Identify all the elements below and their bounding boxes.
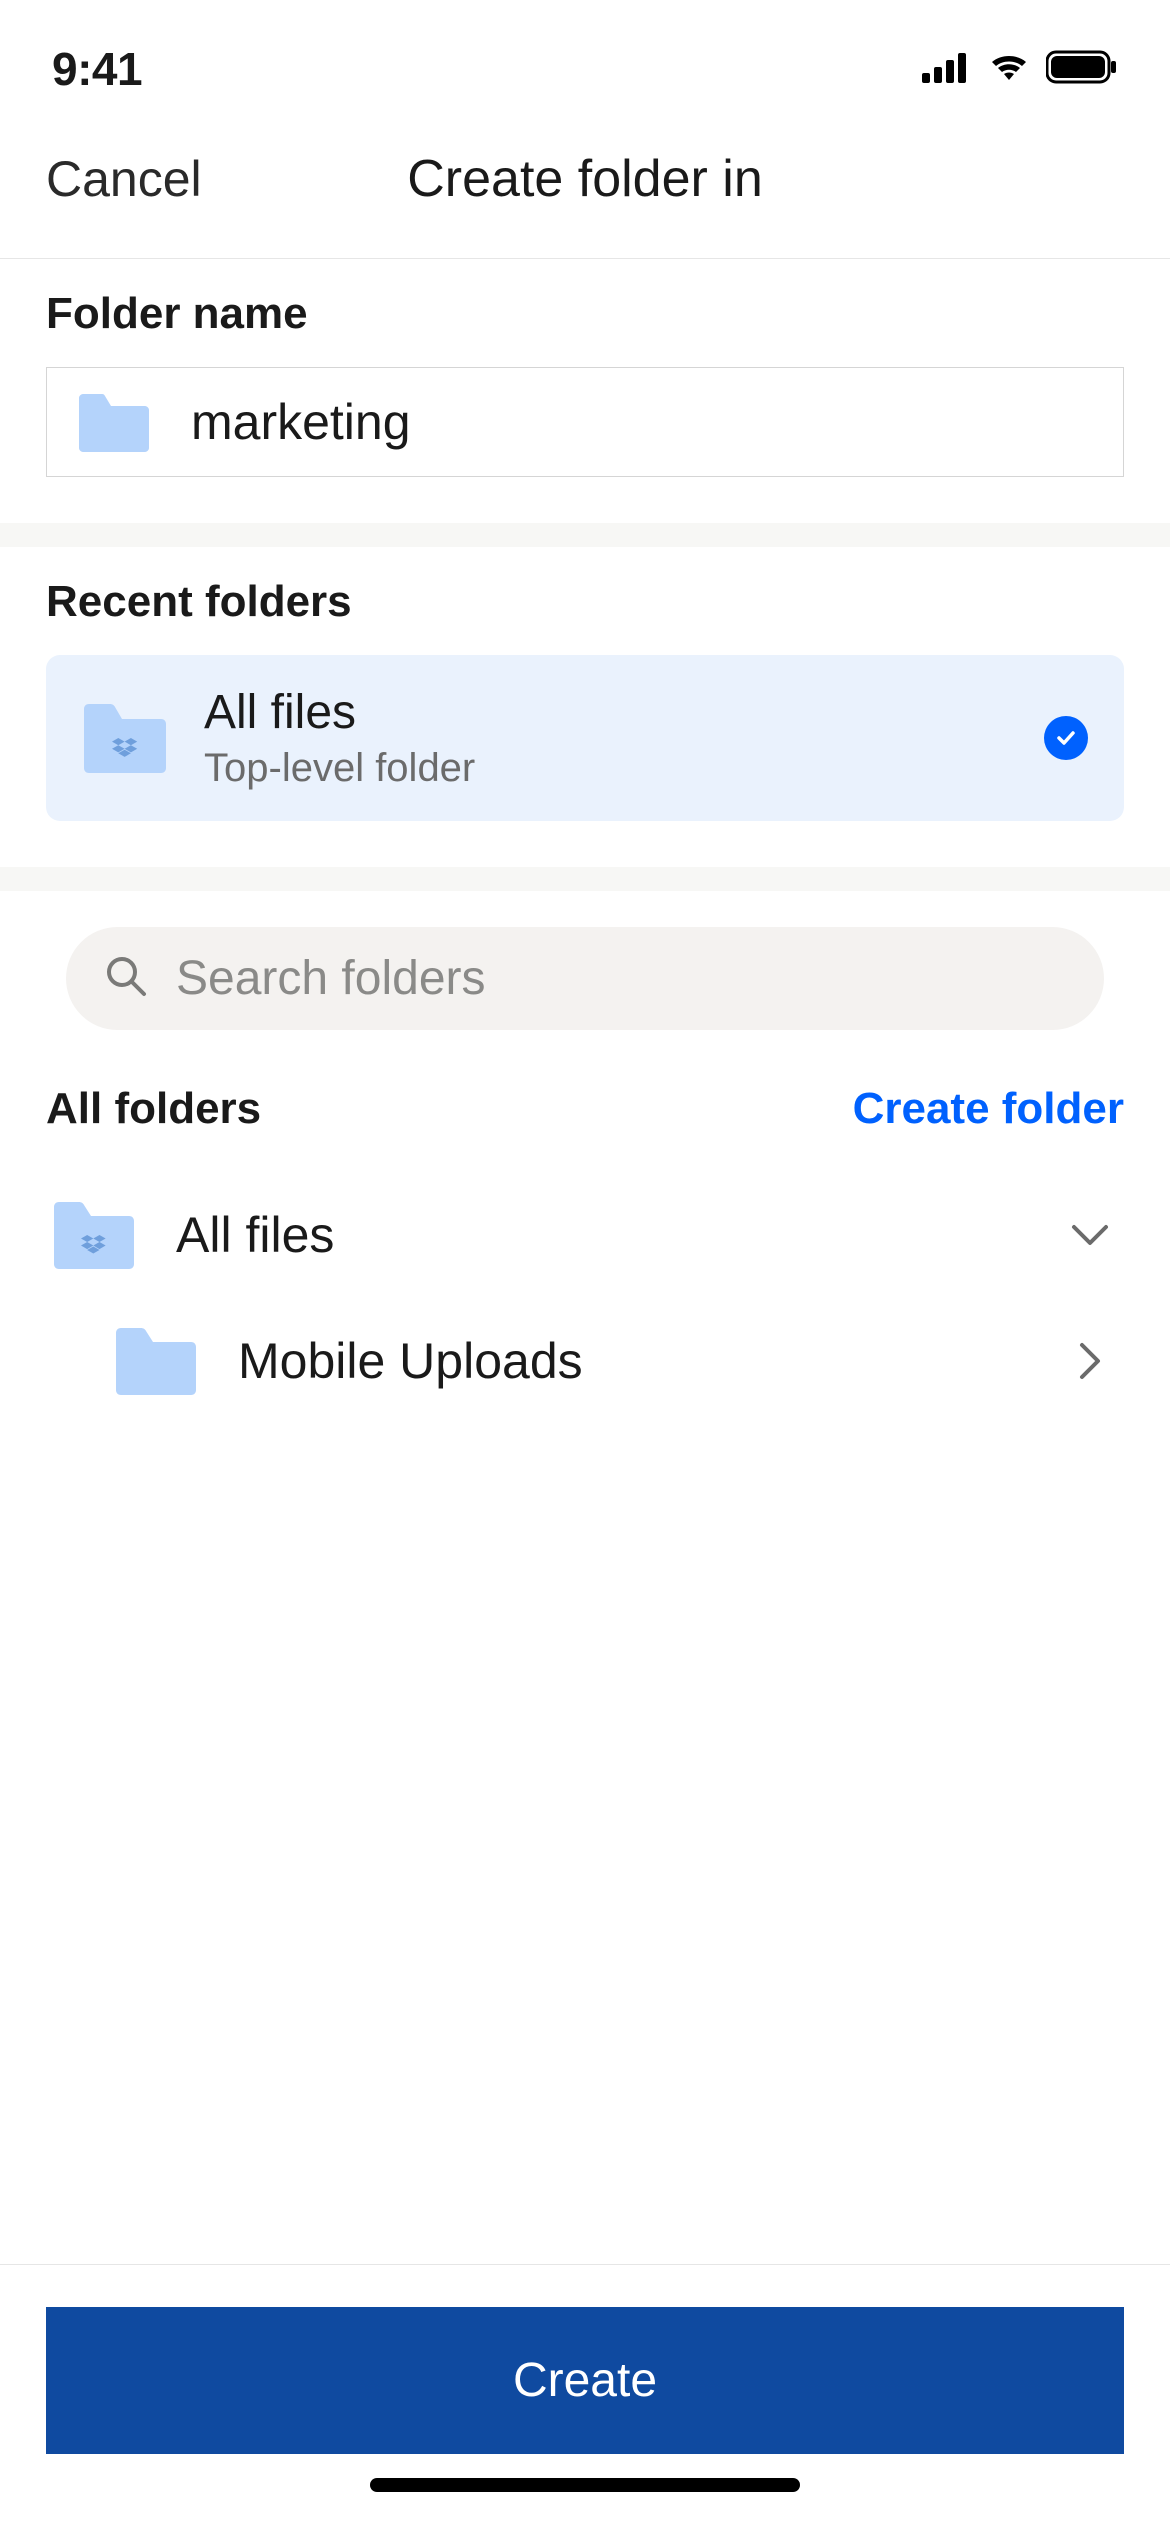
all-folders-label: All folders (46, 1084, 261, 1134)
recent-folder-item[interactable]: All files Top-level folder (46, 655, 1124, 821)
folder-tree: All files Mobile Uploads (0, 1154, 1170, 1424)
section-divider (0, 523, 1170, 547)
folder-name-section: Folder name (0, 259, 1170, 523)
recent-folder-text: All files Top-level folder (204, 685, 1008, 791)
recent-folders-label: Recent folders (46, 577, 1124, 627)
bottom-bar: Create (0, 2264, 1170, 2532)
section-divider (0, 867, 1170, 891)
status-indicators (922, 50, 1118, 89)
recent-folder-title: All files (204, 685, 1008, 740)
folder-icon (114, 1326, 198, 1396)
tree-item-label: Mobile Uploads (238, 1332, 1028, 1390)
folder-icon (77, 392, 151, 452)
status-bar: 9:41 (0, 0, 1170, 110)
battery-icon (1046, 50, 1118, 89)
dropbox-folder-icon (82, 702, 168, 774)
chevron-down-icon (1068, 1213, 1112, 1257)
search-input[interactable] (176, 951, 1066, 1006)
home-indicator[interactable] (370, 2478, 800, 2492)
chevron-right-icon (1068, 1339, 1112, 1383)
search-icon (104, 954, 148, 1003)
page-title: Create folder in (407, 149, 763, 209)
wifi-icon (986, 50, 1032, 89)
all-folders-header: All folders Create folder (0, 1050, 1170, 1154)
tree-item-label: All files (176, 1206, 1028, 1264)
folder-name-input[interactable] (191, 393, 1093, 451)
search-wrap[interactable] (66, 927, 1104, 1030)
tree-item-all-files[interactable]: All files (52, 1172, 1124, 1298)
tree-item-mobile-uploads[interactable]: Mobile Uploads (52, 1298, 1124, 1424)
dropbox-folder-icon (52, 1200, 136, 1270)
create-folder-link[interactable]: Create folder (853, 1084, 1124, 1134)
search-section (0, 891, 1170, 1050)
status-time: 9:41 (52, 42, 142, 96)
selected-check-icon (1044, 716, 1088, 760)
nav-header: Cancel Create folder in (0, 110, 1170, 259)
cellular-icon (922, 51, 972, 88)
recent-folders-section: Recent folders All files Top-level folde… (0, 547, 1170, 867)
recent-folder-subtitle: Top-level folder (204, 746, 1008, 791)
create-button[interactable]: Create (46, 2307, 1124, 2454)
folder-name-input-wrap[interactable] (46, 367, 1124, 477)
folder-name-label: Folder name (46, 289, 1124, 339)
cancel-button[interactable]: Cancel (46, 150, 202, 208)
